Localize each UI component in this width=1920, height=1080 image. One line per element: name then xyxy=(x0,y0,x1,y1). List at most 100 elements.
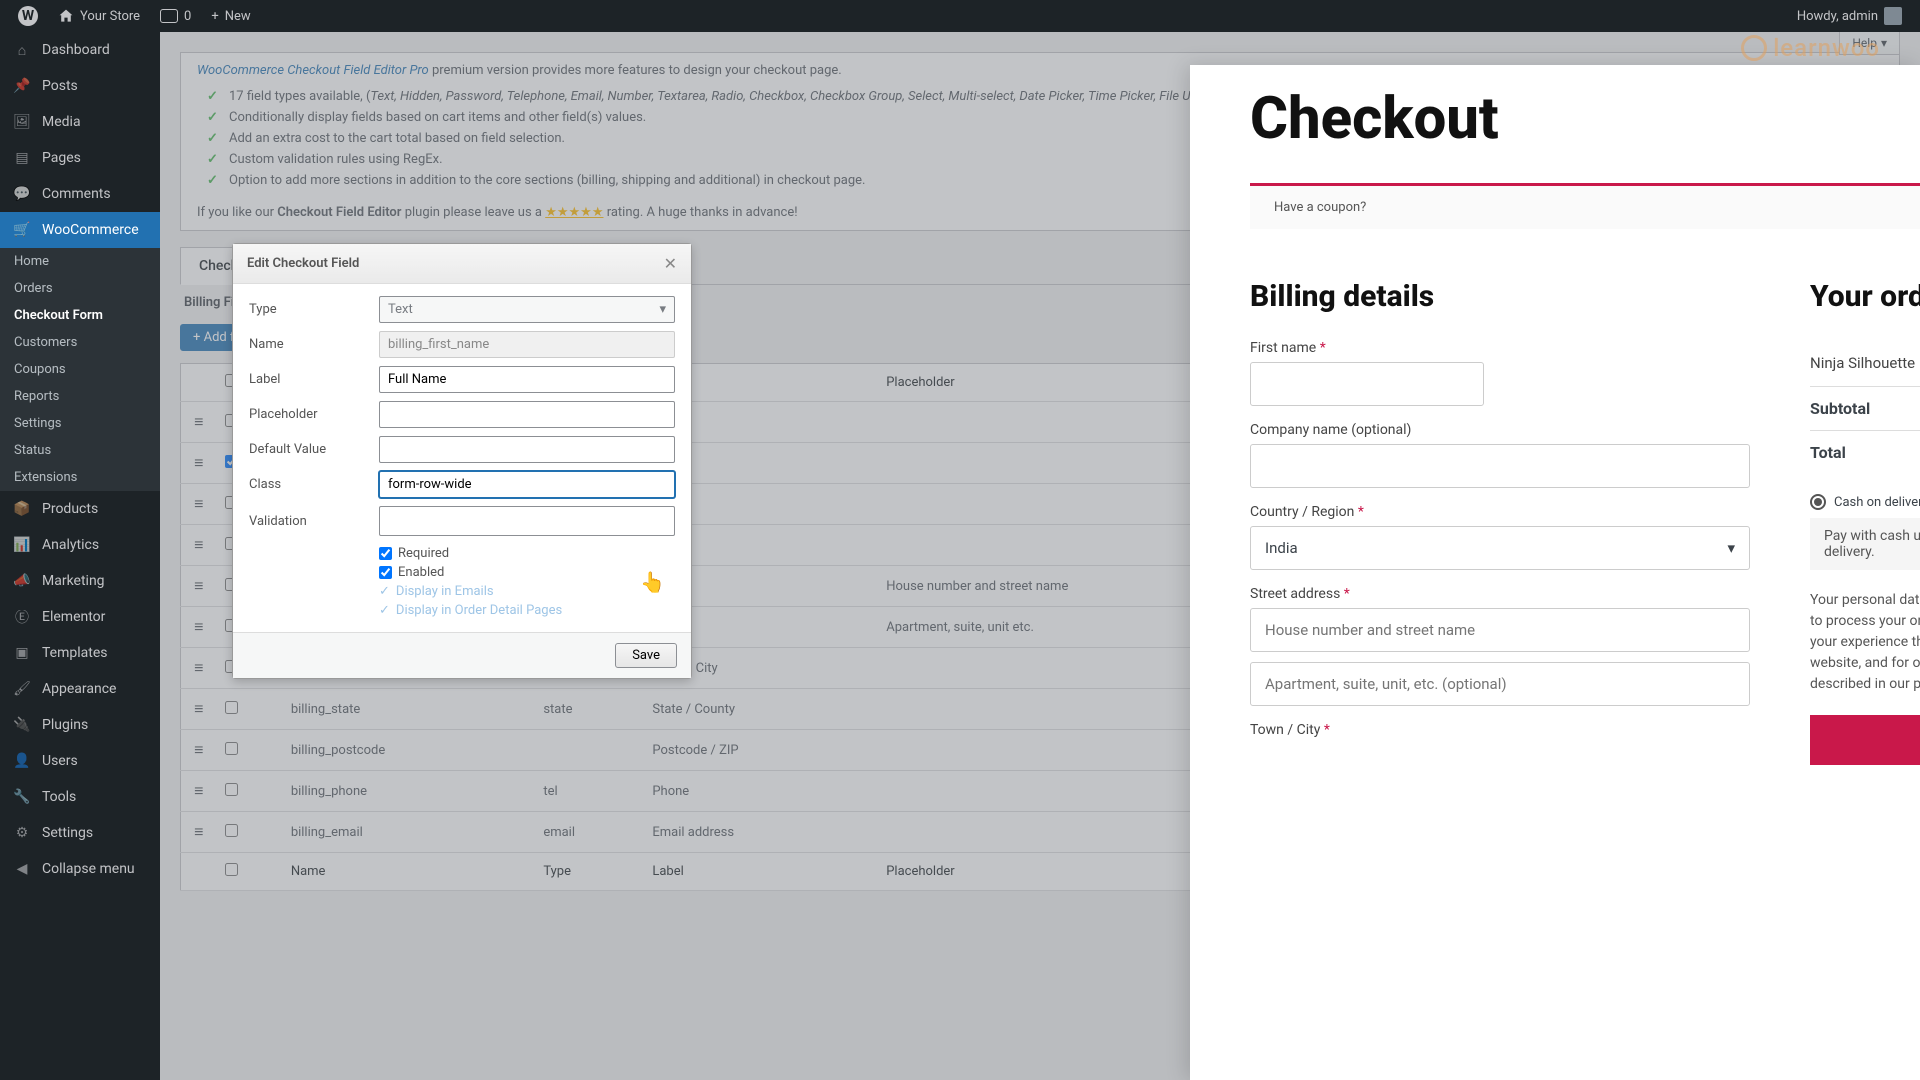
analytics-icon: 📊 xyxy=(12,535,32,555)
validation-input[interactable] xyxy=(379,506,675,536)
chevron-down-icon: ▾ xyxy=(1727,539,1735,557)
comments-link[interactable]: 0 xyxy=(150,0,201,32)
label-default: Default Value xyxy=(249,442,379,457)
edit-field-modal: Edit Checkout Field ✕ TypeText▾ Name Lab… xyxy=(232,243,692,679)
label-type: Type xyxy=(249,302,379,317)
label-placeholder: Placeholder xyxy=(249,407,379,422)
menu-posts[interactable]: 📌Posts xyxy=(0,68,160,104)
settings-icon: ⚙ xyxy=(12,823,32,843)
menu-comments[interactable]: 💬Comments xyxy=(0,176,160,212)
menu-templates[interactable]: ▣Templates xyxy=(0,635,160,671)
order-title: Your order xyxy=(1810,279,1920,314)
comment-icon xyxy=(160,9,178,23)
submenu-extensions[interactable]: Extensions xyxy=(0,464,160,491)
admin-sidebar: ⌂Dashboard 📌Posts 🖼Media ▤Pages 💬Comment… xyxy=(0,32,160,1080)
menu-pages[interactable]: ▤Pages xyxy=(0,140,160,176)
watermark: learnwoo xyxy=(1741,34,1880,62)
woocommerce-icon: 🛒 xyxy=(12,220,32,240)
town-label: Town / City * xyxy=(1250,722,1750,738)
radio-selected-icon[interactable] xyxy=(1810,494,1826,510)
submenu-orders[interactable]: Orders xyxy=(0,275,160,302)
submenu-woocommerce: Home Orders Checkout Form Customers Coup… xyxy=(0,248,160,491)
order-total: Total xyxy=(1810,430,1920,474)
plugins-icon: 🔌 xyxy=(12,715,32,735)
coupon-bar[interactable]: Have a coupon? xyxy=(1250,183,1920,229)
menu-elementor[interactable]: ⒺElementor xyxy=(0,599,160,635)
label-input[interactable] xyxy=(379,366,675,393)
check-faded-icon: ✓ xyxy=(379,584,390,599)
menu-marketing[interactable]: 📣Marketing xyxy=(0,563,160,599)
privacy-text: Your personal data will be used to proce… xyxy=(1810,590,1920,695)
first-name-input[interactable] xyxy=(1250,362,1484,406)
close-icon[interactable]: ✕ xyxy=(664,254,677,273)
apartment-input[interactable] xyxy=(1250,662,1750,706)
pin-icon: 📌 xyxy=(12,76,32,96)
menu-users[interactable]: 👤Users xyxy=(0,743,160,779)
watermark-ring-icon xyxy=(1741,35,1767,61)
first-name-label: First name * xyxy=(1250,340,1750,356)
payment-description: Pay with cash upon delivery. xyxy=(1810,518,1920,570)
country-select[interactable]: India▾ xyxy=(1250,526,1750,570)
country-label: Country / Region * xyxy=(1250,504,1750,520)
submenu-customers[interactable]: Customers xyxy=(0,329,160,356)
menu-analytics[interactable]: 📊Analytics xyxy=(0,527,160,563)
comment-icon: 💬 xyxy=(12,184,32,204)
collapse-icon: ◀ xyxy=(12,859,32,879)
enabled-checkbox[interactable] xyxy=(379,566,392,579)
save-button[interactable]: Save xyxy=(615,643,677,668)
default-input[interactable] xyxy=(379,436,675,463)
label-name: Name xyxy=(249,337,379,352)
preview-title: Checkout xyxy=(1250,85,1920,153)
street-label: Street address * xyxy=(1250,586,1750,602)
media-icon: 🖼 xyxy=(12,112,32,132)
menu-appearance[interactable]: 🖌Appearance xyxy=(0,671,160,707)
payment-cod: Cash on delivery xyxy=(1834,495,1920,510)
page-icon: ▤ xyxy=(12,148,32,168)
submenu-checkout-form[interactable]: Checkout Form xyxy=(0,302,160,329)
admin-bar: W Your Store 0 +New Howdy, admin xyxy=(0,0,1920,32)
home-icon xyxy=(58,8,74,24)
wp-logo[interactable]: W xyxy=(8,0,48,32)
new-link[interactable]: +New xyxy=(201,0,260,32)
tools-icon: 🔧 xyxy=(12,787,32,807)
marketing-icon: 📣 xyxy=(12,571,32,591)
order-product: Ninja Silhouette xyxy=(1810,354,1915,372)
billing-title: Billing details xyxy=(1250,279,1750,314)
submenu-settings[interactable]: Settings xyxy=(0,410,160,437)
user-menu[interactable]: Howdy, admin xyxy=(1787,0,1912,32)
modal-title: Edit Checkout Field xyxy=(247,256,359,271)
plus-icon: + xyxy=(211,9,218,24)
company-label: Company name (optional) xyxy=(1250,422,1750,438)
required-checkbox[interactable] xyxy=(379,547,392,560)
company-input[interactable] xyxy=(1250,444,1750,488)
avatar-icon xyxy=(1884,7,1902,25)
users-icon: 👤 xyxy=(12,751,32,771)
place-order-button[interactable] xyxy=(1810,715,1920,765)
submenu-status[interactable]: Status xyxy=(0,437,160,464)
placeholder-input[interactable] xyxy=(379,401,675,428)
label-validation: Validation xyxy=(249,514,379,529)
menu-products[interactable]: 📦Products xyxy=(0,491,160,527)
class-input[interactable] xyxy=(379,471,675,498)
menu-plugins[interactable]: 🔌Plugins xyxy=(0,707,160,743)
menu-media[interactable]: 🖼Media xyxy=(0,104,160,140)
submenu-coupons[interactable]: Coupons xyxy=(0,356,160,383)
name-input xyxy=(379,331,675,358)
check-faded-icon: ✓ xyxy=(379,603,390,618)
site-link[interactable]: Your Store xyxy=(48,0,150,32)
menu-dashboard[interactable]: ⌂Dashboard xyxy=(0,32,160,68)
menu-tools[interactable]: 🔧Tools xyxy=(0,779,160,815)
order-subtotal: Subtotal xyxy=(1810,386,1920,430)
appearance-icon: 🖌 xyxy=(12,679,32,699)
label-label: Label xyxy=(249,372,379,387)
elementor-icon: Ⓔ xyxy=(12,607,32,627)
submenu-home[interactable]: Home xyxy=(0,248,160,275)
submenu-reports[interactable]: Reports xyxy=(0,383,160,410)
menu-woocommerce[interactable]: 🛒WooCommerce xyxy=(0,212,160,248)
menu-settings[interactable]: ⚙Settings xyxy=(0,815,160,851)
menu-collapse[interactable]: ◀Collapse menu xyxy=(0,851,160,887)
type-select[interactable]: Text▾ xyxy=(379,296,675,323)
dashboard-icon: ⌂ xyxy=(12,40,32,60)
label-class: Class xyxy=(249,477,379,492)
street-input[interactable] xyxy=(1250,608,1750,652)
